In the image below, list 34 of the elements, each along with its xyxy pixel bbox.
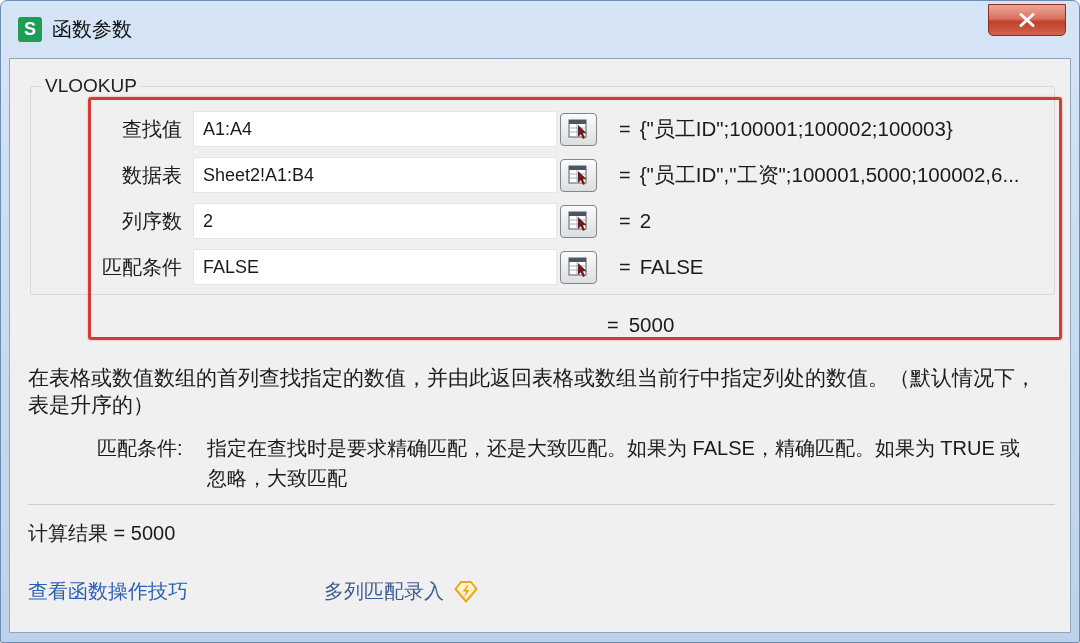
calculation-result: 计算结果 = 5000 (28, 521, 176, 546)
argument-value: {"员工ID";100001;100002;100003} (639, 116, 953, 142)
close-icon (1019, 13, 1035, 27)
range-select-button[interactable] (560, 250, 597, 284)
input-field[interactable]: A1:A4 (193, 111, 557, 147)
input-field[interactable]: 2 (193, 203, 557, 239)
argument-label: 匹配条件 (101, 254, 182, 280)
help-link[interactable]: 查看函数操作技巧 (28, 578, 188, 604)
range-select-button[interactable] (560, 204, 597, 238)
help-link[interactable]: 多列匹配录入 (324, 578, 444, 604)
input-field[interactable]: FALSE (193, 249, 557, 285)
range-select-button[interactable] (560, 158, 597, 192)
argument-label: 列序数 (121, 208, 182, 234)
range-select-button[interactable] (560, 112, 597, 146)
equals-sign: = (619, 117, 631, 141)
argument-value: {"员工ID","工资";100001,5000;100002,6... (639, 162, 1020, 188)
argument-label: 数据表 (121, 162, 182, 188)
equals-sign: = (619, 255, 631, 279)
equals-sign: = (619, 163, 631, 187)
formula-result: 5000 (628, 313, 675, 337)
diamond-bolt-icon (454, 579, 478, 603)
argument-help-text: 指定在查找时是要求精确匹配，还是大致匹配。如果为 FALSE，精确匹配。如果为 TRUE 或忽略，大致匹配 (207, 436, 1022, 491)
close-button[interactable] (988, 4, 1066, 36)
argument-help-label: 匹配条件: (97, 436, 184, 461)
function-description: 在表格或数值数组的首列查找指定的数值，并由此返回表格或数组当前行中指定列处的数值。（默认情况下，表是升序的） (28, 365, 1037, 418)
argument-value: 2 (639, 209, 652, 233)
argument-label: 查找值 (121, 116, 182, 142)
window-title: 函数参数 (52, 17, 132, 42)
equals-sign: = (619, 209, 631, 233)
function-name: VLOOKUP (44, 75, 138, 97)
app-logo: S (18, 17, 42, 42)
argument-value: FALSE (639, 255, 704, 279)
input-field[interactable]: Sheet2!A1:B4 (193, 157, 557, 193)
equals-sign: = (607, 313, 619, 337)
